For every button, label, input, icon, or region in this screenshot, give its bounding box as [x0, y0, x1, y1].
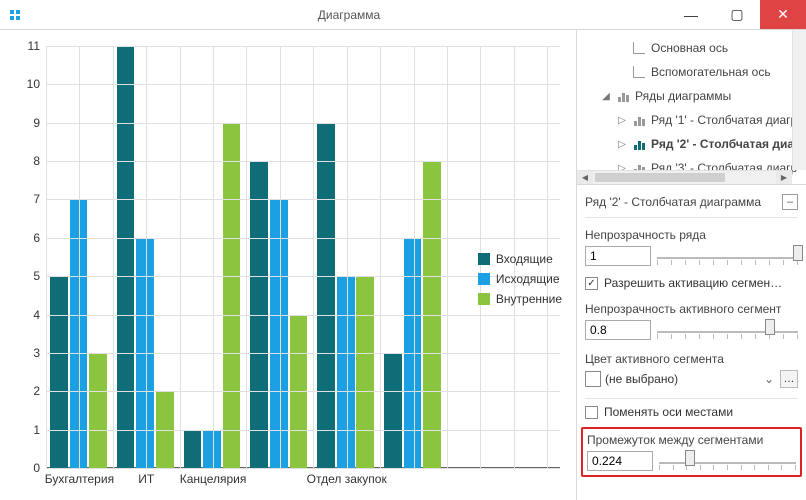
y-tick: 0	[33, 461, 40, 475]
tree-expander-icon[interactable]: ▷	[617, 139, 627, 150]
gap-property-highlight: Промежуток между сегментами	[581, 427, 802, 477]
active-color-swatch[interactable]	[585, 371, 601, 387]
active-opacity-label: Непрозрачность активного сегмент	[585, 302, 798, 316]
y-tick: 2	[33, 384, 40, 398]
legend-label: Исходящие	[496, 272, 560, 286]
bar[interactable]	[203, 430, 221, 468]
segment-gap-input[interactable]	[587, 451, 653, 471]
active-color-value: (не выбрано)	[605, 372, 758, 386]
tree-item-label: Вспомогательная ось	[651, 65, 771, 79]
series-opacity-slider[interactable]	[657, 247, 798, 265]
y-tick: 4	[33, 308, 40, 322]
x-category-label: Бухгалтерия	[45, 472, 114, 486]
active-color-picker-button[interactable]: …	[780, 370, 798, 388]
y-tick: 5	[33, 269, 40, 283]
bars-icon	[631, 114, 647, 126]
x-category-label: Канцелярия	[180, 472, 247, 486]
y-tick: 7	[33, 192, 40, 206]
y-tick: 9	[33, 116, 40, 130]
scroll-left-button[interactable]: ◀	[577, 171, 593, 184]
properties-header: Ряд '2' - Столбчатая диаграмма	[585, 195, 761, 209]
app-icon	[0, 0, 30, 29]
tree-item-label: Ряд '2' - Столбчатая диа	[651, 137, 794, 151]
legend-label: Входящие	[496, 252, 553, 266]
y-tick: 10	[27, 77, 40, 91]
tree-item[interactable]: Основная ось	[577, 36, 806, 60]
scroll-thumb[interactable]	[595, 173, 725, 182]
active-color-label: Цвет активного сегмента	[585, 352, 798, 366]
legend-swatch-icon	[478, 253, 490, 265]
chart-y-axis: 01234567891011	[18, 46, 44, 468]
y-tick: 3	[33, 346, 40, 360]
tree-item-label: Ряды диаграммы	[635, 89, 731, 103]
tree-item[interactable]: ▷ Ряд '1' - Столбчатая диагр	[577, 108, 806, 132]
tree-expander-icon[interactable]: ◢	[601, 91, 611, 102]
bar[interactable]	[317, 123, 335, 468]
axis-icon	[631, 66, 647, 78]
window-minimize-button[interactable]: —	[668, 0, 714, 29]
chart-pane: 0 1 2 3 4 5 6 7 8 9 10 11 Бухгалтерия ИТ Канцелярия От…	[0, 30, 576, 500]
bar[interactable]	[337, 276, 355, 468]
series-opacity-input[interactable]	[585, 246, 651, 266]
active-opacity-input[interactable]	[585, 320, 651, 340]
y-tick: 8	[33, 154, 40, 168]
enable-active-segment-checkbox[interactable]: Разрешить активацию сегмен…	[585, 276, 798, 290]
chart-x-axis: Бухгалтерия ИТ Канцелярия Отдел закупок	[46, 470, 560, 490]
properties-panel: Ряд '2' - Столбчатая диаграмма – Непрозр…	[577, 185, 806, 500]
axis-icon	[631, 42, 647, 54]
bar[interactable]	[223, 123, 241, 468]
y-tick: 11	[28, 39, 40, 53]
bar[interactable]	[50, 276, 68, 468]
legend-item: Исходящие	[478, 272, 562, 286]
tree-item[interactable]: ▷ Ряд '2' - Столбчатая диа	[577, 132, 806, 156]
bars-icon	[615, 90, 631, 102]
checkbox-icon	[585, 277, 598, 290]
tree-horizontal-scrollbar[interactable]: ◀ ▶	[577, 170, 792, 184]
x-category-label: Отдел закупок	[307, 472, 387, 486]
scroll-right-button[interactable]: ▶	[776, 171, 792, 184]
segment-gap-slider[interactable]	[659, 452, 796, 470]
bars-icon	[631, 138, 647, 150]
tree-item-label: Ряд '1' - Столбчатая диагр	[651, 113, 797, 127]
properties-collapse-button[interactable]: –	[782, 194, 798, 210]
bar[interactable]	[89, 353, 107, 468]
y-tick: 6	[33, 231, 40, 245]
series-opacity-label: Непрозрачность ряда	[585, 228, 798, 242]
y-tick: 1	[33, 423, 40, 437]
enable-active-segment-label: Разрешить активацию сегмен…	[604, 276, 782, 290]
tree-item-label: Основная ось	[651, 41, 728, 55]
window-maximize-button[interactable]: ▢	[714, 0, 760, 29]
checkbox-icon	[585, 406, 598, 419]
window-close-button[interactable]: ✕	[760, 0, 806, 29]
tree-item[interactable]: ◢ Ряды диаграммы	[577, 84, 806, 108]
window-title: Диаграмма	[30, 0, 668, 29]
swap-axes-checkbox[interactable]: Поменять оси местами	[585, 405, 798, 419]
tree-vertical-scrollbar[interactable]	[792, 30, 806, 170]
legend-label: Внутренние	[496, 292, 562, 306]
chart-legend: Входящие Исходящие Внутренние	[478, 252, 562, 306]
legend-item: Внутренние	[478, 292, 562, 306]
legend-swatch-icon	[478, 293, 490, 305]
x-category-label: ИТ	[138, 472, 154, 486]
structure-tree[interactable]: Основная ось Вспомогательная ось ◢ Ряды диа…	[577, 30, 806, 185]
tree-item[interactable]: Вспомогательная ось	[577, 60, 806, 84]
side-panel: Основная ось Вспомогательная ось ◢ Ряды диа…	[576, 30, 806, 500]
bar[interactable]	[184, 430, 202, 468]
bar[interactable]	[356, 276, 374, 468]
tree-expander-icon[interactable]: ▷	[617, 115, 627, 126]
bar[interactable]	[117, 46, 135, 468]
segment-gap-label: Промежуток между сегментами	[587, 433, 796, 447]
legend-item: Входящие	[478, 252, 562, 266]
bar[interactable]	[384, 353, 402, 468]
legend-swatch-icon	[478, 273, 490, 285]
active-opacity-slider[interactable]	[657, 321, 798, 339]
active-color-dropdown[interactable]: ⌄	[762, 372, 776, 386]
swap-axes-label: Поменять оси местами	[604, 405, 733, 419]
